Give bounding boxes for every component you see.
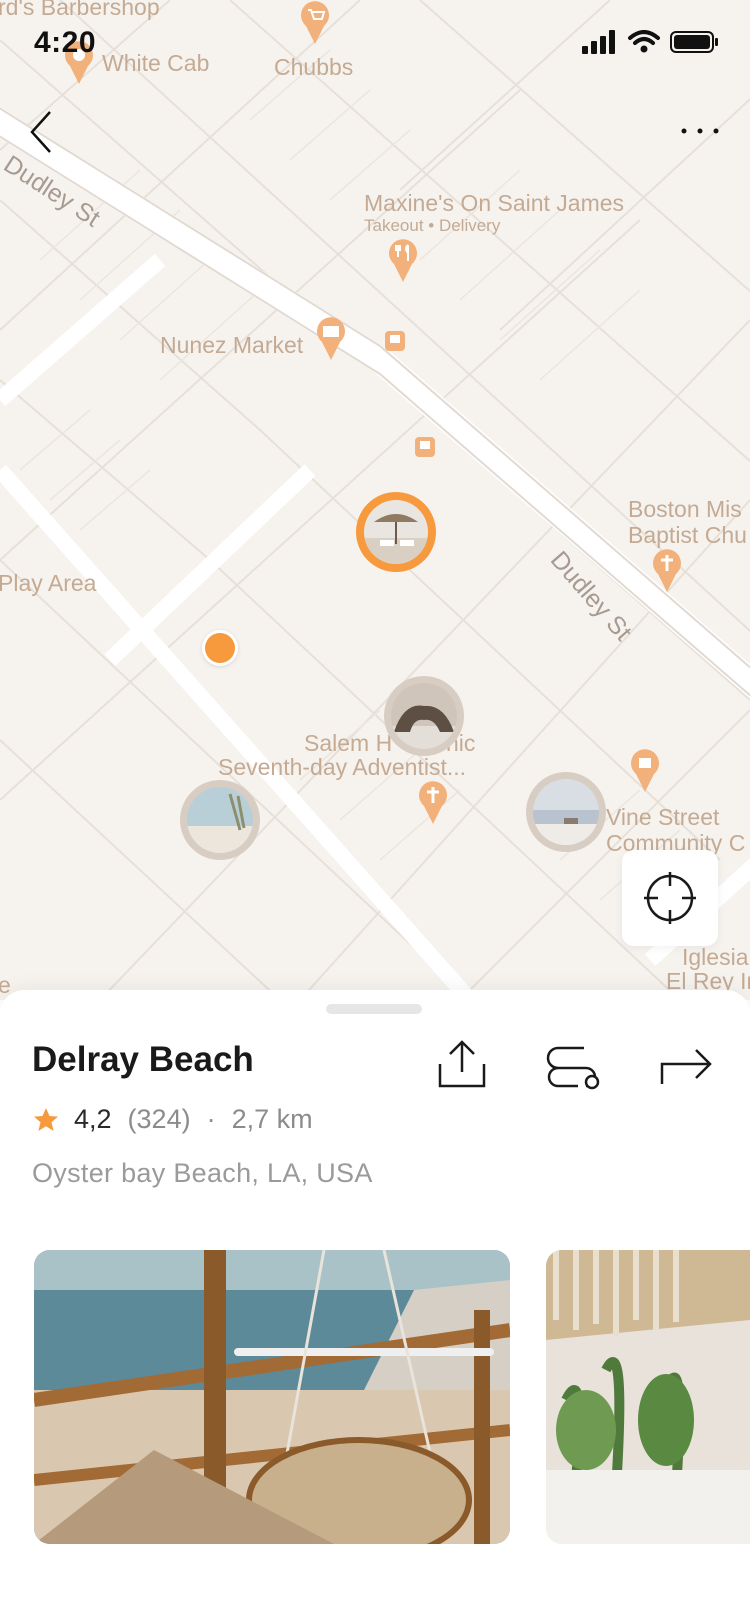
- poi-label: Iglesia: [682, 944, 749, 970]
- separator-dot: ·: [206, 1104, 216, 1134]
- poi-sublabel: Takeout • Delivery: [364, 216, 501, 235]
- gallery-photo[interactable]: [34, 1250, 510, 1544]
- poi-label: Salem H: [304, 730, 393, 756]
- garden-photo: [546, 1250, 750, 1544]
- status-bar: 4:20: [0, 0, 750, 88]
- community-center-pin-icon[interactable]: [628, 748, 662, 792]
- current-location-dot: [202, 630, 238, 666]
- place-address: Oyster bay Beach, LA, USA: [32, 1158, 373, 1188]
- rock-arch-photo-thumbnail: [391, 683, 457, 749]
- share-icon: [438, 1040, 486, 1088]
- directions-button[interactable]: [656, 1034, 716, 1094]
- restaurant-pin-icon[interactable]: [386, 238, 420, 282]
- star-icon: [34, 1107, 58, 1131]
- rating-row: 4,2 (324) · 2,7 km: [32, 1104, 313, 1135]
- rating-value: 4,2: [74, 1104, 112, 1134]
- bus-stop-icon[interactable]: [414, 436, 436, 458]
- forward-arrow-icon: [660, 1049, 712, 1084]
- battery-icon: [670, 31, 718, 53]
- bus-stop-icon[interactable]: [384, 330, 406, 352]
- shore-photo-thumbnail: [187, 787, 253, 853]
- market-pin-icon[interactable]: [314, 316, 348, 360]
- church-pin-icon[interactable]: [416, 780, 450, 824]
- poi-label: Nunez Market: [160, 332, 304, 358]
- route-icon: [546, 1046, 600, 1090]
- place-marker[interactable]: [526, 772, 606, 852]
- place-title: Delray Beach: [32, 1040, 254, 1079]
- beach-photo-thumbnail: [364, 500, 428, 564]
- poi-label: Baptist Chu: [628, 522, 747, 548]
- place-details-sheet[interactable]: Delray Beach 4,2 (324) · 2,7 km Oyster b…: [0, 990, 750, 1624]
- map-view[interactable]: rd's Barbershop White Cab Chubbs Maxine'…: [0, 0, 750, 1000]
- cellular-signal-icon: [582, 30, 615, 54]
- wifi-icon: [628, 30, 660, 53]
- distance: 2,7 km: [231, 1104, 313, 1134]
- poi-label: Vine Street: [606, 804, 720, 830]
- poi-label: Maxine's On Saint James: [364, 190, 625, 216]
- place-marker[interactable]: [384, 676, 464, 756]
- sheet-handle[interactable]: [326, 1004, 422, 1014]
- poi-label: Boston Mis: [628, 496, 742, 522]
- place-marker[interactable]: [180, 780, 260, 860]
- recenter-button[interactable]: [622, 850, 718, 946]
- review-count: (324): [127, 1104, 191, 1134]
- route-button[interactable]: [542, 1034, 602, 1094]
- sea-view-photo-thumbnail: [533, 779, 599, 845]
- poi-label: Play Area: [0, 570, 97, 596]
- status-time: 4:20: [34, 26, 97, 59]
- gallery-photo[interactable]: [546, 1250, 750, 1544]
- selected-place-marker[interactable]: [356, 492, 436, 572]
- balcony-photo: [34, 1250, 510, 1544]
- poi-label: Seventh-day Adventist...: [218, 754, 467, 780]
- crosshair-icon: [644, 872, 696, 924]
- share-button[interactable]: [432, 1034, 492, 1094]
- church-pin-icon[interactable]: [650, 548, 684, 592]
- back-chevron-icon[interactable]: [20, 108, 68, 156]
- more-options-icon[interactable]: [676, 116, 724, 146]
